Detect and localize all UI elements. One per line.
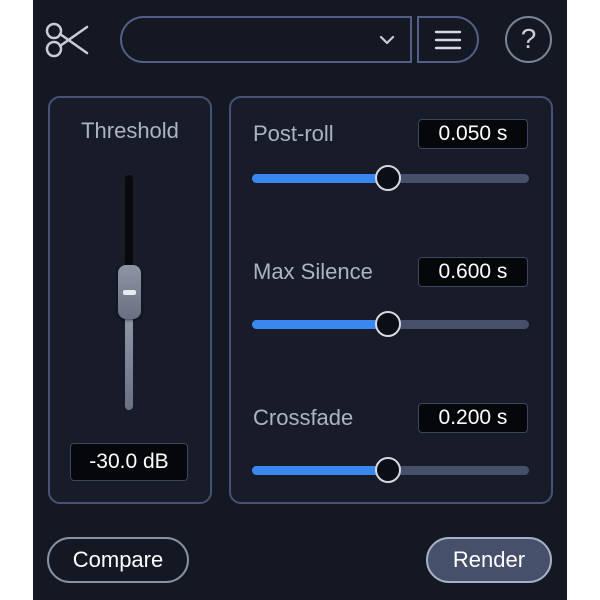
max-silence-slider-handle[interactable] <box>375 311 401 337</box>
crossfade-slider-handle[interactable] <box>375 457 401 483</box>
crossfade-slider-fill <box>252 466 390 475</box>
post-roll-value-field[interactable]: 0.050 s <box>418 119 528 149</box>
threshold-label: Threshold <box>81 118 179 143</box>
crossfade-label: Crossfade <box>253 405 354 430</box>
fader-grip <box>123 290 136 295</box>
plugin-panel: ? Threshold -30.0 dB Post-roll 0.050 s M… <box>33 0 567 600</box>
max-silence-label: Max Silence <box>253 259 373 284</box>
threshold-value-field[interactable]: -30.0 dB <box>70 443 188 481</box>
crossfade-value-field[interactable]: 0.200 s <box>418 403 528 433</box>
preset-dropdown[interactable] <box>120 16 412 63</box>
menu-button[interactable] <box>417 16 479 63</box>
post-roll-label: Post-roll <box>253 121 334 146</box>
threshold-fader-handle[interactable] <box>118 265 141 319</box>
help-button[interactable]: ? <box>505 16 552 63</box>
question-mark-icon: ? <box>520 23 537 54</box>
max-silence-slider-fill <box>252 320 390 329</box>
render-button[interactable]: Render <box>426 537 552 583</box>
post-roll-slider-fill <box>252 174 390 183</box>
post-roll-slider-handle[interactable] <box>375 165 401 191</box>
max-silence-value-field[interactable]: 0.600 s <box>418 257 528 287</box>
hamburger-menu-icon <box>434 30 462 50</box>
scissors-icon <box>45 20 89 60</box>
compare-button[interactable]: Compare <box>47 537 189 583</box>
chevron-down-icon <box>378 31 396 49</box>
parameters-section <box>229 96 553 504</box>
